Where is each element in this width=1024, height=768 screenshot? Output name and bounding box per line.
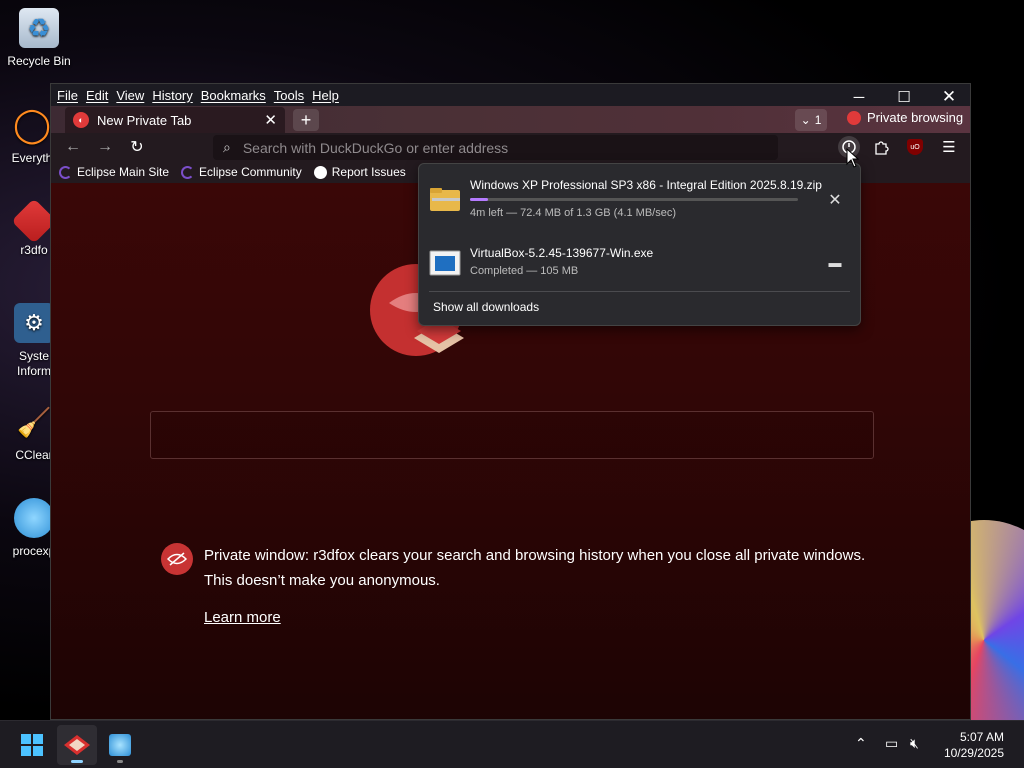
ublock-shield-icon: uO: [907, 139, 923, 155]
taskbar-procexp[interactable]: [100, 725, 140, 765]
tab-bar: ◐ New Private Tab ✕ + ⌄ 1 Private browsi…: [51, 106, 970, 133]
private-browsing-indicator: Private browsing: [847, 110, 963, 125]
desktop-icon-label: Recycle Bin: [7, 54, 71, 68]
forward-button[interactable]: →: [93, 136, 117, 158]
tab-count: 1: [814, 113, 822, 127]
network-icon[interactable]: ▭: [885, 735, 898, 752]
bookmark-eclipse-community[interactable]: Eclipse Community: [181, 165, 302, 179]
clock-time: 5:07 AM: [959, 730, 1004, 744]
menu-bar: File Edit View History Bookmarks Tools H…: [51, 84, 970, 106]
bookmark-label: Report Issues: [331, 165, 406, 179]
exe-installer-icon: [429, 250, 461, 276]
downloads-panel: Windows XP Professional SP3 x86 - Integr…: [418, 163, 861, 326]
downloads-divider: [429, 291, 850, 292]
download-filename: VirtualBox-5.2.45-139677-Win.exe: [470, 246, 654, 260]
download-status: 4m left — 72.4 MB of 1.3 GB (4.1 MB/sec): [470, 207, 677, 219]
private-eye-slash-icon: [161, 543, 193, 575]
start-button[interactable]: [12, 725, 52, 765]
navigation-toolbar: ← → ↻ ⌕ uO ☰: [51, 133, 970, 161]
private-window-notice: Private window: r3dfox clears your searc…: [161, 543, 897, 630]
bookmark-label: Eclipse Community: [199, 165, 302, 179]
bookmark-eclipse-main-site[interactable]: Eclipse Main Site: [59, 165, 169, 179]
menu-history[interactable]: History: [150, 88, 198, 103]
chevron-up-icon[interactable]: ⌃: [855, 735, 867, 752]
download-progress-bar: [470, 198, 798, 201]
new-tab-button[interactable]: +: [293, 109, 319, 131]
puzzle-icon: [875, 141, 889, 155]
procexp-icon: [109, 734, 131, 756]
desktop-icon-recycle-bin[interactable]: ♻ Recycle Bin: [2, 8, 76, 68]
system-clock[interactable]: 5:07 AM 10/29/2025: [944, 729, 1004, 761]
bookmark-label: Eclipse Main Site: [77, 165, 170, 179]
running-indicator: [117, 760, 123, 763]
chevron-down-icon: ⌄: [800, 113, 811, 127]
clock-date: 10/29/2025: [943, 746, 1004, 760]
taskbar: ⌃ ▭ 🔇︎ 5:07 AM 10/29/2025: [0, 720, 1024, 768]
private-tab-icon: ◐: [73, 112, 89, 128]
download-status: Completed — 105 MB: [470, 265, 579, 277]
close-tab-icon[interactable]: ✕: [264, 111, 277, 129]
tab-title: New Private Tab: [97, 112, 192, 128]
volume-muted-icon[interactable]: 🔇︎: [910, 735, 919, 752]
private-notice-text: Private window: r3dfox clears your searc…: [204, 547, 866, 589]
system-information-icon: ⚙: [14, 303, 54, 343]
menu-view[interactable]: View: [114, 88, 150, 103]
content-search-box[interactable]: [150, 411, 874, 459]
private-browsing-label: Private browsing: [867, 110, 964, 125]
url-bar[interactable]: ⌕: [213, 135, 778, 160]
mouse-cursor-icon: [846, 148, 860, 168]
github-icon: [313, 165, 327, 179]
eclipse-icon: [181, 165, 195, 179]
back-button[interactable]: ←: [61, 136, 85, 158]
r3dfox-icon: [64, 735, 90, 755]
tab-list-button[interactable]: ⌄ 1: [795, 109, 827, 131]
download-item[interactable]: Windows XP Professional SP3 x86 - Integr…: [429, 178, 849, 234]
reload-button[interactable]: ↻: [125, 136, 149, 158]
zip-folder-icon: [430, 188, 460, 211]
menu-file[interactable]: File: [55, 88, 84, 103]
procexp-icon: [14, 498, 54, 538]
ccleaner-icon: 🧹: [16, 406, 52, 438]
cancel-download-icon[interactable]: ✕: [825, 190, 845, 210]
private-mask-icon: [847, 110, 861, 125]
menu-tools[interactable]: Tools: [272, 88, 310, 103]
download-filename: Windows XP Professional SP3 x86 - Integr…: [470, 178, 822, 192]
show-all-downloads-button[interactable]: Show all downloads: [433, 300, 539, 314]
address-input[interactable]: [242, 139, 743, 156]
open-folder-icon[interactable]: ▬: [825, 252, 845, 272]
menu-help[interactable]: Help: [310, 88, 345, 103]
search-icon: ⌕: [223, 139, 231, 155]
extensions-button[interactable]: [869, 136, 893, 158]
menu-bookmarks[interactable]: Bookmarks: [199, 88, 272, 103]
menu-edit[interactable]: Edit: [84, 88, 114, 103]
everything-search-icon: ◯: [12, 106, 52, 144]
active-indicator: [71, 760, 83, 763]
download-progress-fill: [470, 198, 488, 201]
download-item[interactable]: VirtualBox-5.2.45-139677-Win.exe Complet…: [429, 246, 849, 286]
recycle-bin-icon: ♻: [19, 8, 59, 48]
tab-new-private-tab[interactable]: ◐ New Private Tab ✕: [65, 107, 285, 133]
windows-logo-icon: [21, 734, 43, 756]
bookmark-report-issues[interactable]: Report Issues: [313, 165, 406, 179]
ublock-origin-button[interactable]: uO: [903, 136, 927, 158]
app-menu-button[interactable]: ☰: [937, 136, 961, 158]
learn-more-link[interactable]: Learn more: [204, 605, 281, 630]
taskbar-r3dfox[interactable]: [57, 725, 97, 765]
eclipse-icon: [59, 165, 72, 179]
